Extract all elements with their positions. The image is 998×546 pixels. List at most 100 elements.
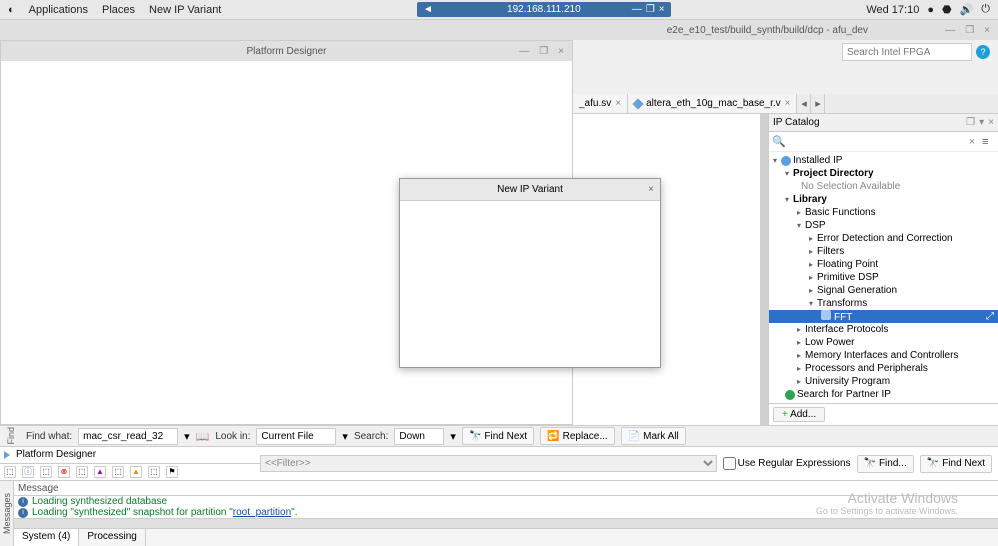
tree-edc[interactable]: ▸Error Detection and Correction [769, 232, 998, 245]
pd-bottom-tab[interactable]: Platform Designer [0, 447, 260, 464]
tab-next[interactable]: ▸ [811, 94, 825, 113]
tree-filters[interactable]: ▸Filters [769, 245, 998, 258]
tree-memory-interfaces[interactable]: ▸Memory Interfaces and Controllers [769, 349, 998, 362]
dropdown-icon[interactable]: ▾ [450, 430, 456, 443]
filter-warning-icon[interactable]: ▲ [130, 466, 142, 478]
ip-tree[interactable]: ▾Installed IP ▾Project Directory No Sele… [769, 152, 998, 403]
pd-title: Platform Designer [246, 46, 326, 57]
binoculars-icon: 🔭 [927, 458, 939, 469]
regex-checkbox[interactable]: Use Regular Expressions [723, 457, 851, 470]
filter-blank2-icon[interactable]: ⬚ [76, 466, 88, 478]
dropdown-icon[interactable]: ▾ [342, 430, 348, 443]
search-input[interactable] [842, 43, 972, 61]
record-dot: ● [927, 4, 934, 16]
volume-icon[interactable]: 🔊 [960, 3, 974, 16]
file-label: _afu.sv [579, 98, 611, 109]
network-icon[interactable]: ⬣ [942, 3, 952, 16]
close-icon[interactable]: × [615, 98, 621, 109]
max-icon[interactable]: ❐ [965, 25, 974, 36]
find-bar: Find Find what: ▾ 📖 Look in: ▾ Search: ▾… [0, 426, 998, 447]
tab-processing[interactable]: Processing [79, 529, 145, 546]
filter-info-icon[interactable]: ⓘ [22, 466, 34, 478]
tree-project-dir[interactable]: ▾Project Directory [769, 167, 998, 180]
filter-blank4-icon[interactable]: ⬚ [148, 466, 160, 478]
running-app[interactable]: New IP Variant [149, 4, 221, 16]
gnome-topbar: ◐ Applications Places New IP Variant ◄ 1… [0, 0, 998, 20]
look-in-input[interactable] [256, 428, 336, 445]
menu-applications[interactable]: Applications [29, 4, 88, 16]
tab-afu-sv[interactable]: _afu.sv × [573, 94, 628, 113]
min-icon[interactable]: — [945, 25, 955, 36]
h-scrollbar[interactable] [14, 518, 998, 528]
tab-system[interactable]: System (4) [14, 529, 79, 546]
filter-all-icon[interactable]: ⬚ [4, 466, 16, 478]
replace-button[interactable]: 🔁Replace... [540, 427, 614, 445]
tree-low-power[interactable]: ▸Low Power [769, 336, 998, 349]
filter-flag-icon[interactable]: ⚑ [166, 466, 178, 478]
tree-transforms[interactable]: ▾Transforms [769, 297, 998, 310]
tree-interface-protocols[interactable]: ▸Interface Protocols [769, 323, 998, 336]
find-button[interactable]: 🔭Find... [857, 455, 914, 473]
menu-places[interactable]: Places [102, 4, 135, 16]
tab-prev[interactable]: ◂ [797, 94, 811, 113]
max-icon[interactable]: ❐ [646, 4, 655, 15]
help-icon[interactable]: ? [976, 45, 990, 59]
close-icon[interactable]: × [984, 25, 990, 36]
dialog-titlebar[interactable]: New IP Variant × [400, 179, 660, 201]
mark-all-button[interactable]: 📄Mark All [621, 427, 686, 445]
filter-error-icon[interactable]: ⊗ [58, 466, 70, 478]
tree-installed-ip[interactable]: ▾Installed IP [769, 154, 998, 167]
max-icon[interactable]: ❐ [539, 46, 548, 57]
info-icon: i [18, 497, 28, 507]
tab-altera-eth[interactable]: altera_eth_10g_mac_base_r.v × [628, 94, 797, 113]
history-icon[interactable]: ▾ [184, 430, 190, 443]
tree-search-partner[interactable]: Search for Partner IP [769, 388, 998, 401]
filter-icons: ⬚ ⓘ ⬚ ⊗ ⬚ ▲ ⬚ ▲ ⬚ ⚑ [0, 464, 260, 480]
tree-university-program[interactable]: ▸University Program [769, 375, 998, 388]
back-icon[interactable]: ◄ [423, 4, 433, 15]
find-next-button[interactable]: 🔭Find Next [920, 455, 992, 473]
pin-icon[interactable]: ▾ [979, 117, 984, 128]
tree-floating-point[interactable]: ▸Floating Point [769, 258, 998, 271]
messages-body[interactable]: iLoading synthesized database iLoading "… [14, 496, 998, 528]
close-icon[interactable]: × [558, 46, 564, 57]
editor-tabs: _afu.sv × altera_eth_10g_mac_base_r.v × … [573, 94, 998, 114]
binoculars-icon: 🔭 [864, 458, 876, 469]
find-what-input[interactable] [78, 428, 178, 445]
filter-blank3-icon[interactable]: ⬚ [112, 466, 124, 478]
clear-icon[interactable]: × [966, 136, 978, 148]
tree-processors[interactable]: ▸Processors and Peripherals [769, 362, 998, 375]
tree-fft[interactable]: FFT⤢ [769, 310, 998, 323]
tree-basic-functions[interactable]: ▸Basic Functions [769, 206, 998, 219]
detach-icon[interactable]: ❐ [966, 117, 975, 128]
find-next-button[interactable]: 🔭Find Next [462, 427, 534, 445]
close-icon[interactable]: × [988, 117, 994, 128]
filter-critical-icon[interactable]: ▲ [94, 466, 106, 478]
replace-icon: 🔁 [547, 431, 559, 442]
taskbar-remote[interactable]: ◄ 192.168.111.210 — ❐ × [417, 2, 671, 17]
filter-input[interactable]: <<Filter>> [260, 455, 717, 472]
message-line: iLoading synthesized database [14, 496, 998, 507]
bottom-panel: Find Find what: ▾ 📖 Look in: ▾ Search: ▾… [0, 425, 998, 546]
min-icon[interactable]: — [519, 46, 529, 57]
tree-library[interactable]: ▾Library [769, 193, 998, 206]
tree-signal-gen[interactable]: ▸Signal Generation [769, 284, 998, 297]
pd-titlebar[interactable]: Platform Designer — ❐ × [1, 41, 572, 61]
activities-hot[interactable]: ◐ [8, 4, 15, 16]
power-icon[interactable]: ⏻ [981, 3, 990, 16]
tree-dsp[interactable]: ▾DSP [769, 219, 998, 232]
filter-blank-icon[interactable]: ⬚ [40, 466, 52, 478]
min-icon[interactable]: — [632, 4, 642, 15]
close-icon[interactable]: × [648, 184, 654, 195]
search-dir-input[interactable] [394, 428, 444, 445]
scrollbar[interactable] [760, 114, 768, 425]
add-button[interactable]: + Add... [773, 407, 825, 422]
new-ip-variant-dialog[interactable]: New IP Variant × [399, 178, 661, 368]
tree-primitive-dsp[interactable]: ▸Primitive DSP [769, 271, 998, 284]
close-icon[interactable]: × [785, 98, 791, 109]
mark-icon: 📄 [628, 431, 640, 442]
book-icon[interactable]: 📖 [196, 430, 210, 443]
settings-icon[interactable]: ≡ [982, 136, 994, 148]
close-icon[interactable]: × [659, 4, 665, 15]
binoculars-icon: 🔭 [469, 431, 481, 442]
